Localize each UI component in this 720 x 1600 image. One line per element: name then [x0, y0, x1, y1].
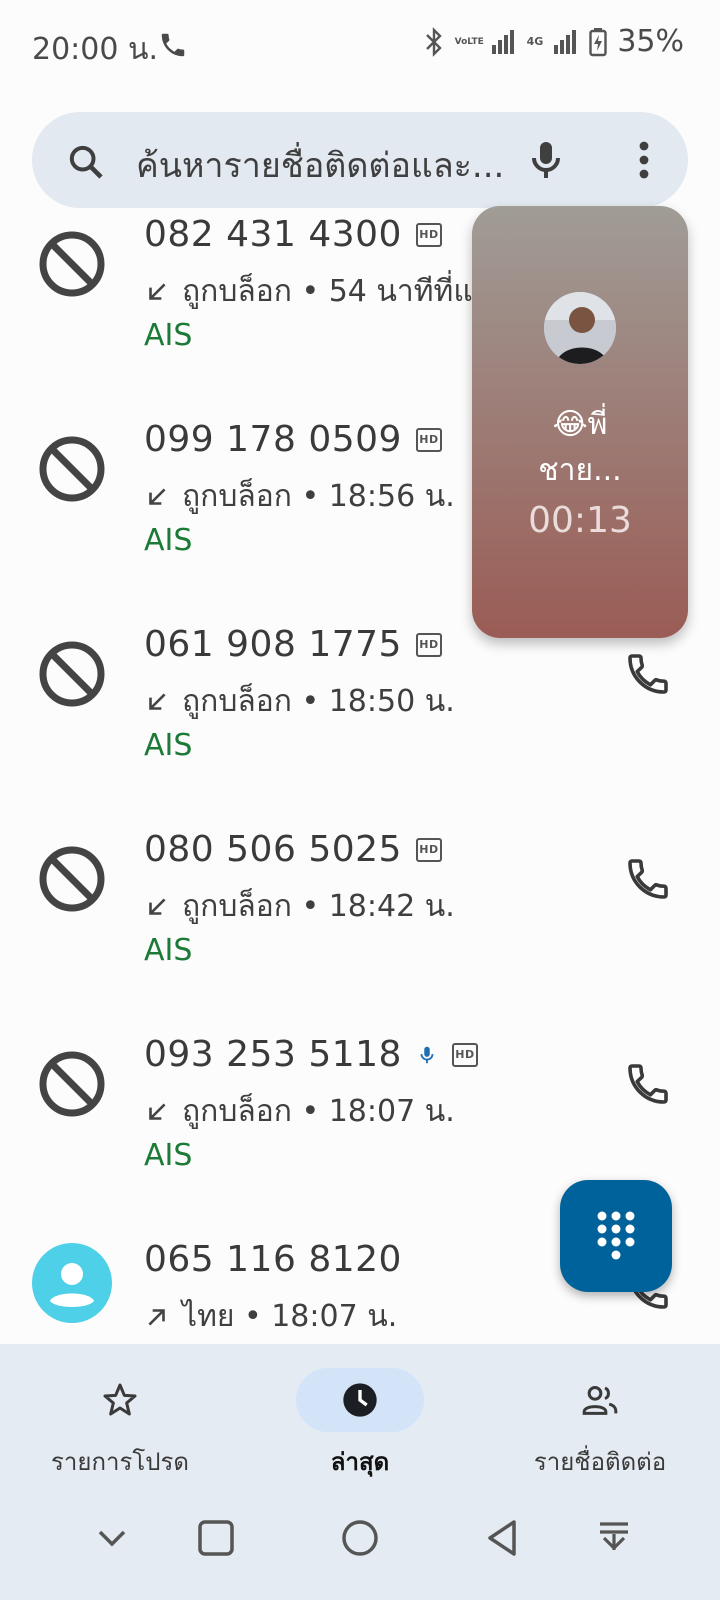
status-bar: 20:00 น. VoLTE 4G 35% — [0, 0, 720, 96]
phone-icon — [161, 33, 185, 57]
carrier-label: AIS — [144, 523, 193, 558]
call-details: ถูกบล็อก • 18:50 น. — [144, 678, 455, 725]
microphone-icon[interactable] — [522, 136, 570, 184]
incoming-call-arrow-icon — [149, 897, 166, 915]
star-icon — [103, 1383, 137, 1416]
incoming-call-arrow-icon — [149, 1102, 166, 1120]
dialpad-icon — [597, 1211, 635, 1260]
people-icon — [582, 1386, 618, 1415]
incoming-call-arrow-icon — [149, 692, 166, 710]
tab-recents[interactable]: ล่าสุด — [240, 1344, 480, 1480]
carrier-label: AIS — [144, 1138, 193, 1173]
chevron-down-icon[interactable] — [88, 1514, 136, 1562]
hd-icon: HD — [415, 837, 442, 862]
carrier-label: AIS — [144, 318, 193, 353]
signal-icon — [554, 29, 577, 54]
call-number: 082 431 4300 — [144, 214, 402, 255]
signal-icon — [491, 29, 514, 54]
more-options-icon[interactable] — [620, 136, 668, 184]
contact-avatar-icon — [32, 1243, 112, 1323]
call-number: 099 178 0509 — [144, 419, 402, 460]
call-number: 065 116 8120 — [144, 1239, 402, 1280]
volte-icon: VoLTE — [454, 36, 484, 47]
tab-label: รายชื่อติดต่อ — [533, 1448, 667, 1476]
call-number: 061 908 1775 — [144, 624, 402, 665]
bottom-navigation: รายการโปรด ล่าสุด รายชื่อติดต่อ — [0, 1344, 720, 1480]
recents-square-icon[interactable] — [192, 1514, 240, 1562]
call-status: ถูกบล็อก • 18:07 น. — [182, 1094, 455, 1129]
status-time: 20:00 น. — [32, 32, 159, 67]
incoming-call-arrow-icon — [149, 282, 166, 300]
call-number-wrap: 061 908 1775 HD — [144, 624, 442, 665]
call-number-wrap: 082 431 4300 HD — [144, 214, 442, 255]
call-number: 080 506 5025 — [144, 829, 402, 870]
call-details: ถูกบล็อก • 54 นาทีที่แล้ว — [144, 268, 508, 315]
hd-icon: HD — [415, 632, 442, 657]
call-status: ถูกบล็อก • 18:56 น. — [182, 479, 455, 514]
blocked-icon — [39, 231, 105, 297]
caller-photo — [544, 292, 616, 364]
tab-label: รายการโปรด — [51, 1448, 189, 1476]
caller-name-line2: ชาย... — [538, 453, 622, 488]
call-number: 093 253 5118 — [144, 1034, 402, 1075]
call-timer: 00:13 — [528, 500, 632, 541]
back-triangle-icon[interactable] — [480, 1514, 528, 1562]
clock-icon — [343, 1383, 377, 1417]
blocked-icon — [39, 1051, 105, 1117]
carrier-label: AIS — [144, 933, 193, 968]
call-status: ถูกบล็อก • 18:42 น. — [182, 889, 455, 924]
call-number-wrap: 065 116 8120 — [144, 1239, 402, 1280]
caller-name-line1: 😂พี่ — [552, 407, 608, 442]
call-log-row[interactable]: 061 908 1775 HD ถูกบล็อก • 18:50 น. AIS — [0, 618, 720, 827]
battery-charging-icon — [589, 27, 608, 56]
home-circle-icon[interactable] — [336, 1514, 384, 1562]
call-details: ถูกบล็อก • 18:07 น. — [144, 1088, 455, 1135]
dialpad-button[interactable] — [560, 1180, 672, 1292]
call-status: ไทย • 18:07 น. — [182, 1299, 398, 1334]
mic-icon — [420, 1046, 434, 1063]
call-icon[interactable] — [624, 1060, 672, 1108]
carrier-label: AIS — [144, 728, 193, 763]
call-status: ถูกบล็อก • 54 นาทีที่แล้ว — [182, 274, 508, 309]
call-number-wrap: 099 178 0509 HD — [144, 419, 442, 460]
tab-contacts[interactable]: รายชื่อติดต่อ — [480, 1344, 720, 1480]
call-icon[interactable] — [624, 855, 672, 903]
call-log-row[interactable]: 080 506 5025 HD ถูกบล็อก • 18:42 น. AIS — [0, 823, 720, 1032]
battery-percentage: 35% — [617, 24, 684, 59]
hd-icon: HD — [415, 222, 442, 247]
tab-label: ล่าสุด — [330, 1448, 390, 1476]
blocked-icon — [39, 846, 105, 912]
caller-name: 😂พี่ ชาย... — [472, 402, 688, 494]
bluetooth-icon — [425, 26, 442, 57]
search-bar[interactable]: ค้นหารายชื่อติดต่อและ... — [32, 112, 688, 208]
search-icon — [69, 145, 103, 179]
call-number-wrap: 080 506 5025 HD — [144, 829, 442, 870]
blocked-icon — [39, 641, 105, 707]
blocked-icon — [39, 436, 105, 502]
call-status: ถูกบล็อก • 18:50 น. — [182, 684, 455, 719]
hd-icon: HD — [415, 427, 442, 452]
status-icons: VoLTE 4G 35% — [423, 24, 684, 59]
ongoing-call-bubble[interactable]: 😂พี่ ชาย... 00:13 — [472, 206, 688, 638]
call-details: ถูกบล็อก • 18:56 น. — [144, 473, 455, 520]
notification-pull-icon[interactable] — [590, 1514, 638, 1562]
search-placeholder[interactable]: ค้นหารายชื่อติดต่อและ... — [136, 138, 526, 192]
call-details: ถูกบล็อก • 18:42 น. — [144, 883, 455, 930]
call-icon[interactable] — [624, 650, 672, 698]
network-type-icon: 4G — [526, 34, 544, 48]
outgoing-call-arrow-icon — [148, 1308, 165, 1326]
tab-favorites[interactable]: รายการโปรด — [0, 1344, 240, 1480]
hd-icon: HD — [451, 1042, 478, 1067]
call-number-wrap: 093 253 5118 HD — [144, 1034, 478, 1075]
call-details: ไทย • 18:07 น. — [144, 1293, 397, 1340]
incoming-call-arrow-icon — [149, 487, 166, 505]
system-navigation-bar — [0, 1480, 720, 1600]
